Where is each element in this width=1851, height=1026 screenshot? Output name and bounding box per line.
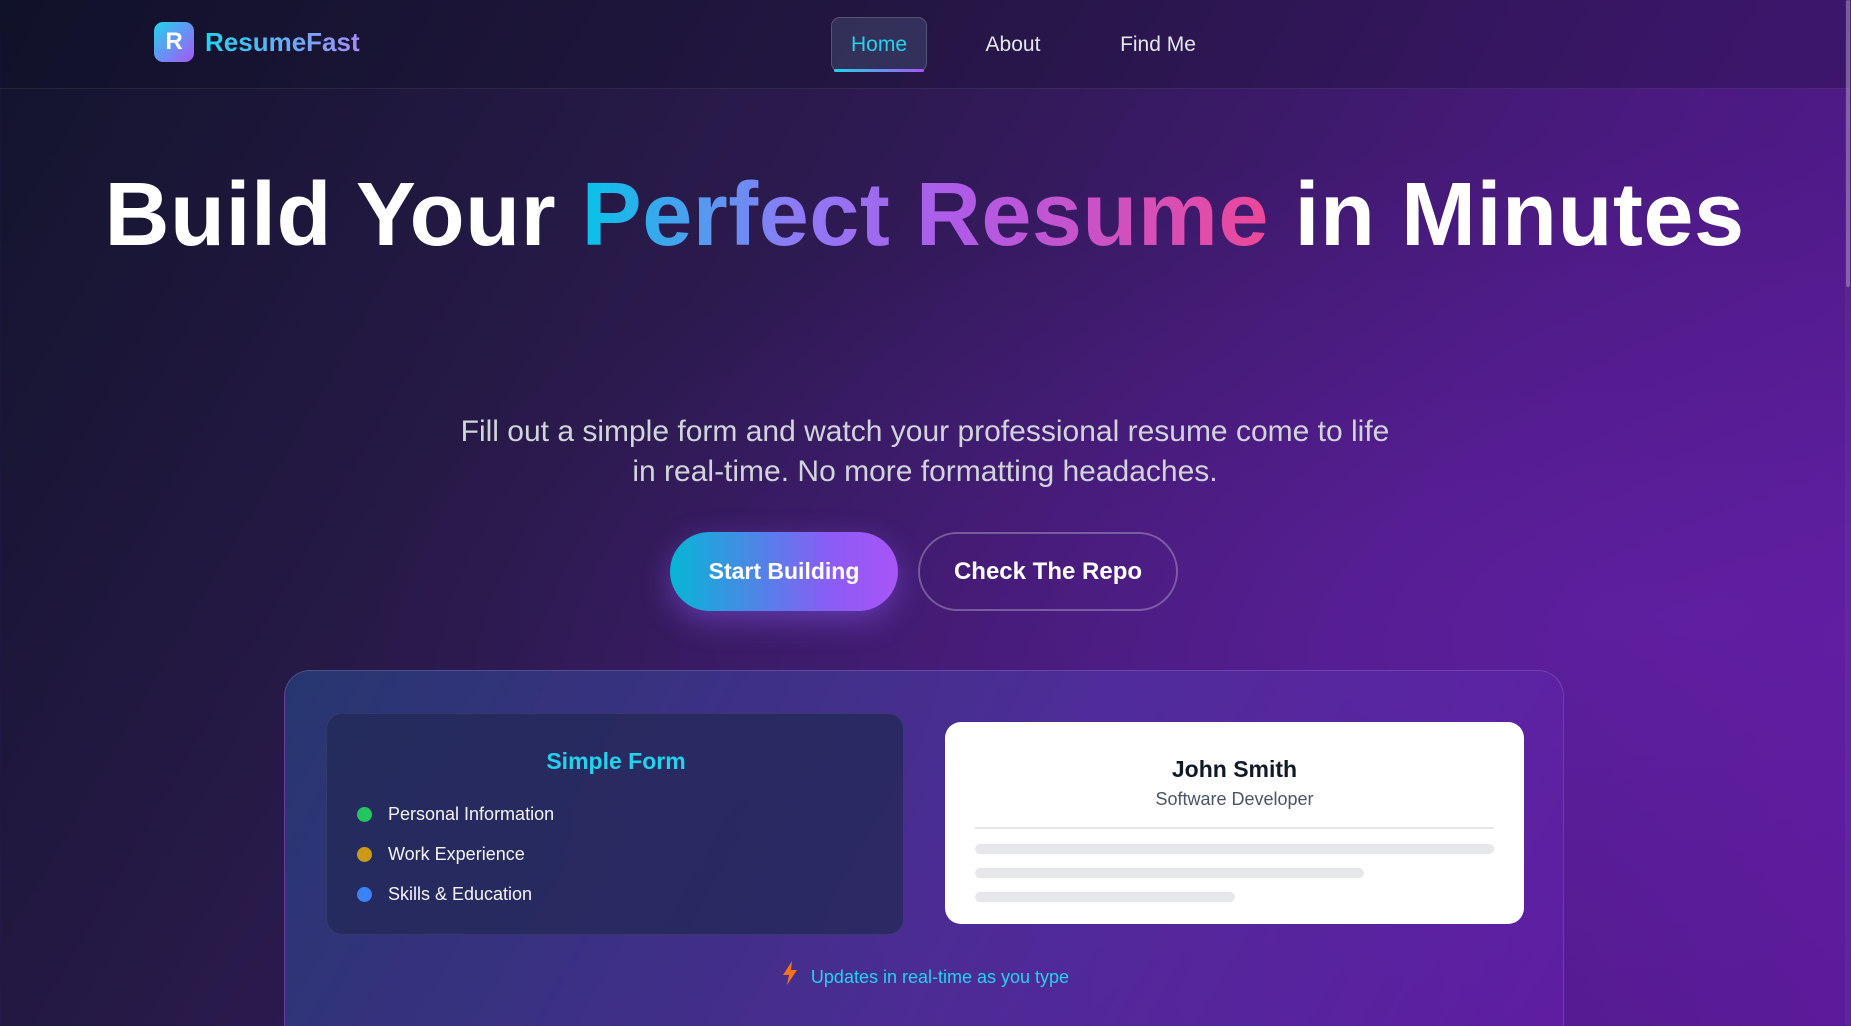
status-dot-icon [357, 887, 372, 902]
brand[interactable]: R ResumeFast [154, 22, 360, 62]
hero-title-highlight: Perfect Resume [581, 165, 1269, 265]
navbar: R ResumeFast Home About Find Me [0, 0, 1849, 89]
skeleton-line [975, 868, 1364, 878]
lightning-bolt-icon [782, 960, 797, 985]
resume-preview-panel: John Smith Software Developer [945, 722, 1524, 924]
status-dot-icon [357, 807, 372, 822]
form-item-label: Personal Information [388, 804, 555, 824]
start-building-button[interactable]: Start Building [670, 532, 898, 611]
check-repo-button[interactable]: Check The Repo [918, 532, 1178, 611]
nav-link-find-me[interactable]: Find Me [1108, 17, 1208, 72]
active-indicator [834, 69, 924, 72]
nav-link-home[interactable]: Home [831, 17, 927, 72]
form-item: Skills & Education [357, 884, 532, 905]
hero-subtitle: Fill out a simple form and watch your pr… [460, 415, 1390, 488]
logo-icon: R [154, 22, 194, 62]
resume-divider [975, 827, 1494, 829]
preview-card: Simple Form Personal Information Work Ex… [284, 670, 1564, 1026]
realtime-note-text: Updates in real-time as you type [810, 967, 1070, 987]
form-item: Personal Information [357, 804, 554, 825]
resume-role: Software Developer [1155, 789, 1314, 809]
resume-name: John Smith [1171, 756, 1298, 782]
form-item: Work Experience [357, 844, 525, 865]
hero-title: Build Your Perfect Resume in Minutes [0, 158, 1849, 272]
hero-title-start: Build Your [104, 165, 582, 265]
skeleton-line [975, 892, 1235, 902]
simple-form-panel: Simple Form Personal Information Work Ex… [326, 713, 904, 935]
status-dot-icon [357, 847, 372, 862]
skeleton-line [975, 844, 1494, 854]
form-item-label: Skills & Education [388, 884, 533, 904]
brand-name: ResumeFast [205, 26, 360, 57]
nav-link-about[interactable]: About [968, 17, 1058, 72]
nav-link-home-label: Home [850, 32, 908, 56]
realtime-note: Updates in real-time as you type [285, 960, 1565, 988]
form-item-label: Work Experience [388, 844, 525, 864]
form-title: Simple Form [546, 748, 686, 774]
hero-title-end: in Minutes [1269, 165, 1745, 265]
